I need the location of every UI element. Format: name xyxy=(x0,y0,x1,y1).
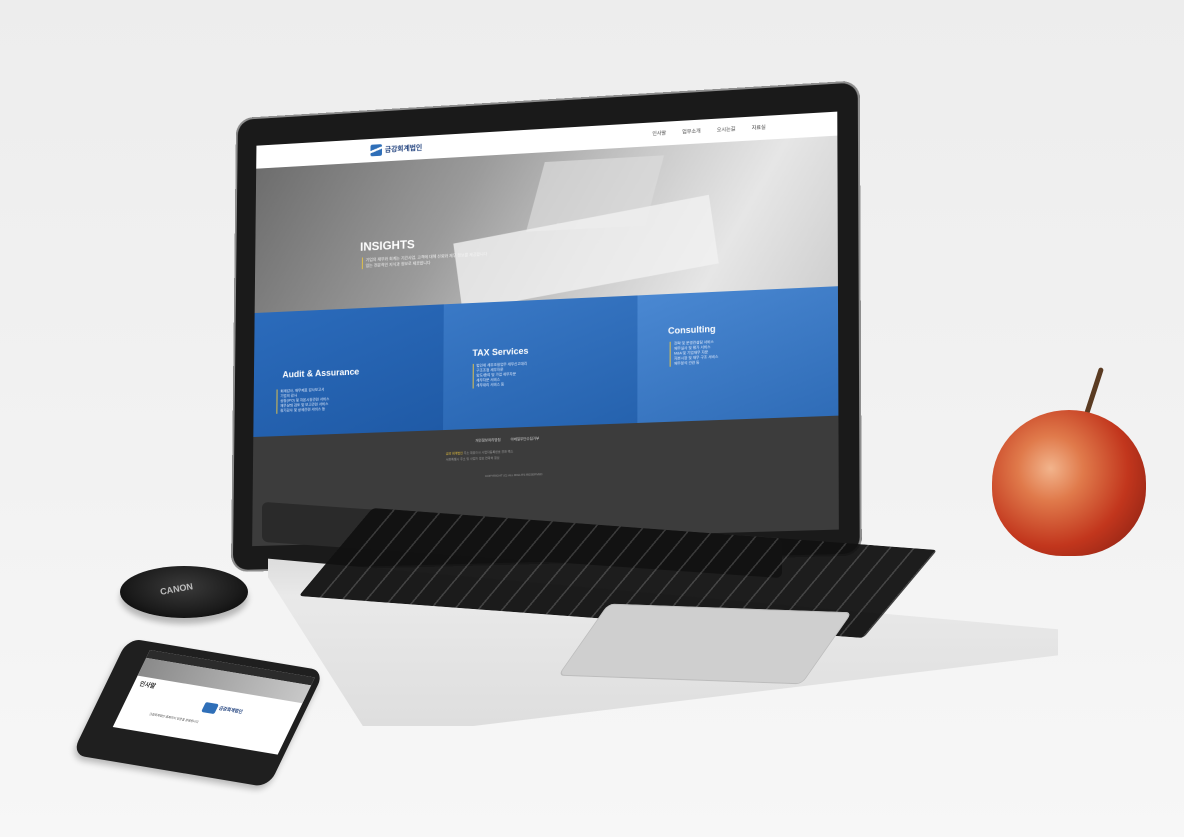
phone-logo-icon xyxy=(201,702,219,715)
site-logo[interactable]: 금강회계법인 xyxy=(370,142,422,157)
apple xyxy=(992,410,1146,556)
logo-icon xyxy=(370,144,383,157)
laptop-trackpad xyxy=(557,603,853,685)
service-title: Audit & Assurance xyxy=(282,366,360,380)
footer-links: 개인정보처리방침 이메일무단수집거부 xyxy=(475,436,539,443)
nav-item-greeting[interactable]: 인사말 xyxy=(652,130,666,138)
phone-page-title: 인사말 xyxy=(137,681,157,691)
service-lines: 회계감사, 재무제표 감사보고서 기업의 감사 상장(IPO) 및 자본시장관련… xyxy=(276,385,387,414)
footer-address-line: 서울특별시 주소 및 사업자 정보 연락처 정보 xyxy=(445,455,500,462)
laptop-screen: 금강회계법인 인사말 업무소개 오시는길 자료실 INSIGHTS 기업의 재무… xyxy=(252,111,839,547)
phone-text: 금강회계법인 홈페이지 방문을 환영합니다 xyxy=(148,711,200,725)
service-lines: 법인세 세무조정업무 세무신고대리 구조조정 세무자문 양도/증여 및 가업 세… xyxy=(472,359,586,389)
footer-copyright: COPYRIGHT (C) ALL RIGHTS RESERVED xyxy=(484,472,543,479)
laptop-lid: 금강회계법인 인사말 업무소개 오시는길 자료실 INSIGHTS 기업의 재무… xyxy=(230,80,862,573)
footer-link-privacy[interactable]: 개인정보처리방침 xyxy=(475,438,500,444)
service-title: Consulting xyxy=(667,323,716,336)
nav-item-location[interactable]: 오시는길 xyxy=(717,126,736,134)
services-section: Audit & Assurance 회계감사, 재무제표 감사보고서 기업의 감… xyxy=(253,286,839,438)
service-lines: 전략 및 운영컨설팅 서비스 재무실사 및 평가 서비스 M&A 및 기업재무 … xyxy=(669,336,787,367)
service-card-consulting[interactable]: Consulting 전략 및 운영컨설팅 서비스 재무실사 및 평가 서비스 … xyxy=(637,286,839,423)
brand-name: 금강회계법인 xyxy=(384,144,423,154)
footer-info-text: 주소 대표이사 사업자등록번호 전화 팩스 xyxy=(463,449,514,455)
footer-company-name: 금강 회계법인 xyxy=(445,451,463,456)
service-card-tax[interactable]: TAX Services 법인세 세무조정업무 세무신고대리 구조조정 세무자문… xyxy=(442,295,638,431)
site-nav: 인사말 업무소개 오시는길 자료실 xyxy=(652,124,766,138)
service-title: TAX Services xyxy=(472,345,529,359)
nav-item-archive[interactable]: 자료실 xyxy=(752,124,766,132)
footer-link-email[interactable]: 이메일무단수집거부 xyxy=(511,436,540,442)
service-card-audit[interactable]: Audit & Assurance 회계감사, 재무제표 감사보고서 기업의 감… xyxy=(253,304,444,438)
hero-title: INSIGHTS xyxy=(360,237,415,254)
phone-brand-name: 금강회계법인 xyxy=(217,705,244,715)
footer-info-line: 금강 회계법인 주소 대표이사 사업자등록번호 전화 팩스 xyxy=(446,449,513,455)
nav-item-services[interactable]: 업무소개 xyxy=(682,128,701,136)
